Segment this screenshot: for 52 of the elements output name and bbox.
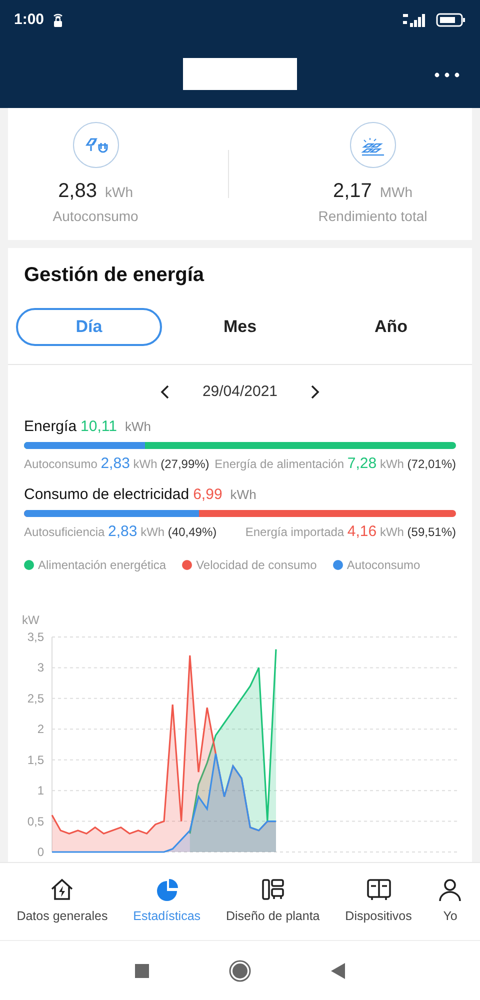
back-button[interactable]: [331, 962, 345, 978]
date-label: 29/04/2021: [201, 382, 279, 402]
solar-plug-icon: [72, 122, 119, 168]
y-tick-label: 3: [37, 660, 44, 674]
nav-tab[interactable]: Diseño de planta: [226, 877, 320, 926]
meter-total: 10,11: [80, 416, 117, 436]
legend-label: Alimentación energética: [38, 556, 166, 574]
period-tab[interactable]: Mes: [167, 308, 313, 346]
y-tick-label: 2,5: [27, 690, 44, 705]
meter-title: Energía: [24, 416, 77, 436]
value-text: 2,83: [58, 180, 97, 202]
home-button[interactable]: [229, 960, 251, 982]
unit-text: kWh: [230, 486, 256, 504]
next-icon[interactable]: [310, 385, 320, 400]
axis-unit: kW: [22, 612, 40, 626]
more-icon[interactable]: [434, 72, 460, 78]
legend-dot: [24, 560, 34, 570]
meter-title: Consumo de electricidad: [24, 484, 190, 504]
y-tick-label: 1,5: [27, 752, 44, 766]
y-tick-label: 2: [37, 722, 44, 736]
breakdown-text: Energía de alimentación 7,28 kWh (72,01%): [214, 454, 456, 474]
legend-dot: [182, 560, 192, 570]
recents-button[interactable]: [135, 964, 149, 978]
legend-dot: [332, 560, 343, 570]
y-tick-label: 3,5: [27, 630, 44, 644]
meter-total: 6,99: [193, 484, 222, 504]
value-text: 2,17: [332, 180, 372, 202]
y-tick-label: 1: [37, 783, 44, 798]
wifi-lock-icon: [52, 12, 64, 28]
signal-icon: [402, 13, 428, 27]
previous-icon[interactable]: [160, 385, 170, 400]
breakdown-text: Energía importada 4,16 kWh (59,51%): [245, 522, 456, 542]
summary-label: Rendimiento total: [318, 206, 428, 226]
unit-text: MWh: [380, 184, 413, 200]
person-icon: [437, 877, 464, 904]
breakdown-text: Autoconsumo 2,83 kWh (27,99%): [24, 454, 210, 474]
period-tab[interactable]: Año: [318, 308, 464, 346]
y-tick-label: 0,5: [27, 814, 44, 828]
nav-tab[interactable]: Datos generales: [16, 877, 108, 926]
legend-label: Autoconsumo: [346, 556, 420, 574]
unit-text: kWh: [105, 184, 133, 200]
summary-label: Autoconsumo: [52, 206, 138, 226]
legend-label: Velocidad de consumo: [196, 556, 317, 574]
nav-tab[interactable]: Yo: [437, 877, 464, 926]
section-title: Gestión de energía: [23, 263, 206, 288]
solar-panel-icon: [350, 122, 396, 168]
battery-icon: [436, 13, 466, 27]
breakdown-text: Autosuficiencia 2,83 kWh (40,49%): [24, 522, 217, 542]
unit-text: kWh: [124, 418, 151, 436]
y-tick-label: 0: [37, 844, 44, 858]
nav-tab[interactable]: Dispositivos: [345, 877, 412, 926]
status-time: 1:00: [14, 10, 44, 30]
